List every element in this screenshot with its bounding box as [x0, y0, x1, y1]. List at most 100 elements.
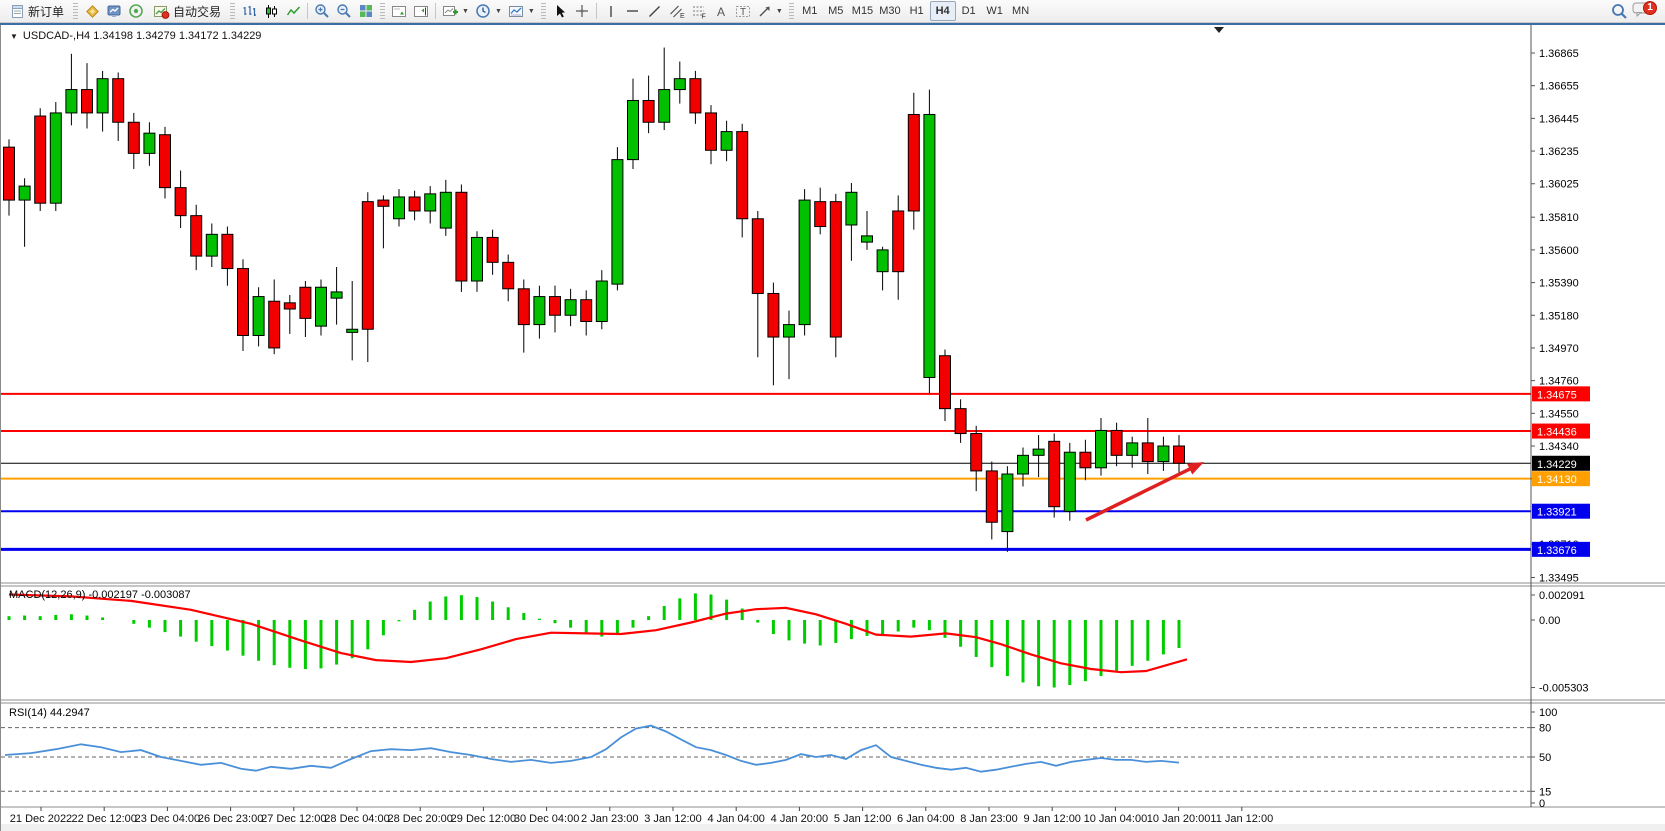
candle-body: [940, 356, 951, 409]
svg-text:28 Dec 04:00: 28 Dec 04:00: [324, 813, 389, 825]
candlestick-button[interactable]: [260, 1, 282, 21]
candle-body: [487, 237, 498, 262]
timeframe-m5-button[interactable]: M5: [823, 1, 849, 21]
channel-button[interactable]: E: [666, 1, 688, 21]
timeframe-m30-button[interactable]: M30: [876, 1, 903, 21]
text-label-button[interactable]: T: [732, 1, 754, 21]
candle-body: [1033, 449, 1044, 455]
search-button[interactable]: [1607, 1, 1631, 21]
horizontal-line-button[interactable]: [622, 1, 644, 21]
svg-text:A: A: [717, 5, 725, 19]
crosshair-button[interactable]: [571, 1, 593, 21]
text-label-icon: T: [735, 4, 751, 19]
tile-windows-button[interactable]: [355, 1, 377, 21]
svg-text:0.00: 0.00: [1539, 615, 1560, 627]
toolbar: 新订单 自动交易: [0, 0, 1665, 23]
period-button[interactable]: ▼: [472, 1, 505, 21]
new-chart-icon: [442, 4, 458, 19]
svg-text:4 Jan 04:00: 4 Jan 04:00: [707, 813, 765, 825]
bar-chart-button[interactable]: [238, 1, 260, 21]
svg-text:1.36235: 1.36235: [1539, 146, 1579, 158]
zoom-in-icon: [314, 3, 330, 19]
signals-icon: [128, 3, 144, 19]
signals-button[interactable]: [125, 1, 147, 21]
auto-trading-button[interactable]: 自动交易: [147, 1, 227, 21]
svg-text:27 Dec 12:00: 27 Dec 12:00: [261, 813, 326, 825]
candle-body: [706, 113, 717, 150]
candle-body: [799, 200, 810, 325]
toolbar-grip: [541, 3, 546, 19]
timeframe-h1-button[interactable]: H1: [904, 1, 930, 21]
candle-body: [737, 132, 748, 219]
timeframe-d1-button[interactable]: D1: [956, 1, 982, 21]
timeframe-m15-button[interactable]: M15: [849, 1, 876, 21]
community-icon: [106, 3, 122, 19]
candle-body: [1096, 430, 1107, 467]
zoom-out-button[interactable]: [333, 1, 355, 21]
text-icon: A: [714, 4, 728, 19]
candle-body: [830, 202, 841, 337]
candle: [799, 189, 810, 335]
candle-body: [674, 79, 685, 90]
svg-text:1.34340: 1.34340: [1539, 441, 1579, 453]
timeframe-mn-button[interactable]: MN: [1008, 1, 1034, 21]
window-accent-line: [0, 23, 1665, 25]
candle-body: [1127, 443, 1138, 455]
auto-scroll-button[interactable]: [388, 1, 410, 21]
templates-button[interactable]: ▼: [505, 1, 538, 21]
svg-text:1.35810: 1.35810: [1539, 212, 1579, 224]
price-badge: 1.34436: [1532, 424, 1590, 439]
candlestick-icon: [264, 4, 279, 19]
new-chart-button[interactable]: ▼: [439, 1, 472, 21]
svg-text:E: E: [680, 13, 685, 19]
community-button[interactable]: [103, 1, 125, 21]
equidistant-channel-icon: E: [669, 4, 685, 19]
candle: [1064, 443, 1075, 521]
svg-text:6 Jan 04:00: 6 Jan 04:00: [897, 813, 955, 825]
candle-body: [206, 234, 217, 256]
notifications-button[interactable]: 1: [1631, 0, 1651, 23]
candle-body: [113, 79, 124, 123]
timeframe-m1-button[interactable]: M1: [797, 1, 823, 21]
new-order-icon: [10, 4, 25, 19]
zoom-in-button[interactable]: [311, 1, 333, 21]
auto-scroll-icon: [391, 4, 407, 19]
price-badge: 1.33921: [1532, 504, 1590, 519]
market-button[interactable]: [81, 1, 103, 21]
trendline-button[interactable]: [644, 1, 666, 21]
fibonacci-button[interactable]: F: [688, 1, 710, 21]
chart-menu-triangle-icon[interactable]: ▼: [10, 32, 18, 41]
candle-body: [440, 192, 451, 228]
auto-trading-icon: [153, 4, 170, 19]
candle-body: [191, 216, 202, 256]
toolbar-grip: [230, 3, 235, 19]
svg-text:1.34130: 1.34130: [1537, 474, 1577, 486]
text-button[interactable]: A: [710, 1, 732, 21]
toolbar-separator: [307, 3, 308, 19]
candle: [160, 127, 171, 199]
candle-body: [768, 293, 779, 337]
cursor-button[interactable]: [549, 1, 571, 21]
candle-body: [160, 135, 171, 188]
new-order-label: 新订单: [28, 3, 64, 20]
new-order-button[interactable]: 新订单: [4, 1, 70, 21]
candle-body: [628, 100, 639, 159]
svg-text:26 Dec 23:00: 26 Dec 23:00: [198, 813, 263, 825]
vertical-line-button[interactable]: [600, 1, 622, 21]
candle-body: [378, 200, 389, 206]
candle-body: [612, 160, 623, 285]
candle-body: [690, 79, 701, 113]
timeframe-w1-button[interactable]: W1: [982, 1, 1008, 21]
arrows-button[interactable]: ▼: [754, 1, 786, 21]
svg-text:15: 15: [1539, 786, 1551, 798]
candle-body: [253, 297, 264, 336]
timeframe-h4-button[interactable]: H4: [930, 1, 956, 21]
candle-body: [518, 289, 529, 325]
chart-shift-button[interactable]: [410, 1, 432, 21]
svg-text:1.33676: 1.33676: [1537, 545, 1577, 557]
candle-body: [82, 90, 93, 113]
candle-body: [534, 297, 545, 325]
line-chart-button[interactable]: [282, 1, 304, 21]
chart-canvas[interactable]: 1.368651.366551.364451.362351.360251.358…: [1, 25, 1665, 831]
mt4-application: 新订单 自动交易: [0, 0, 1665, 831]
